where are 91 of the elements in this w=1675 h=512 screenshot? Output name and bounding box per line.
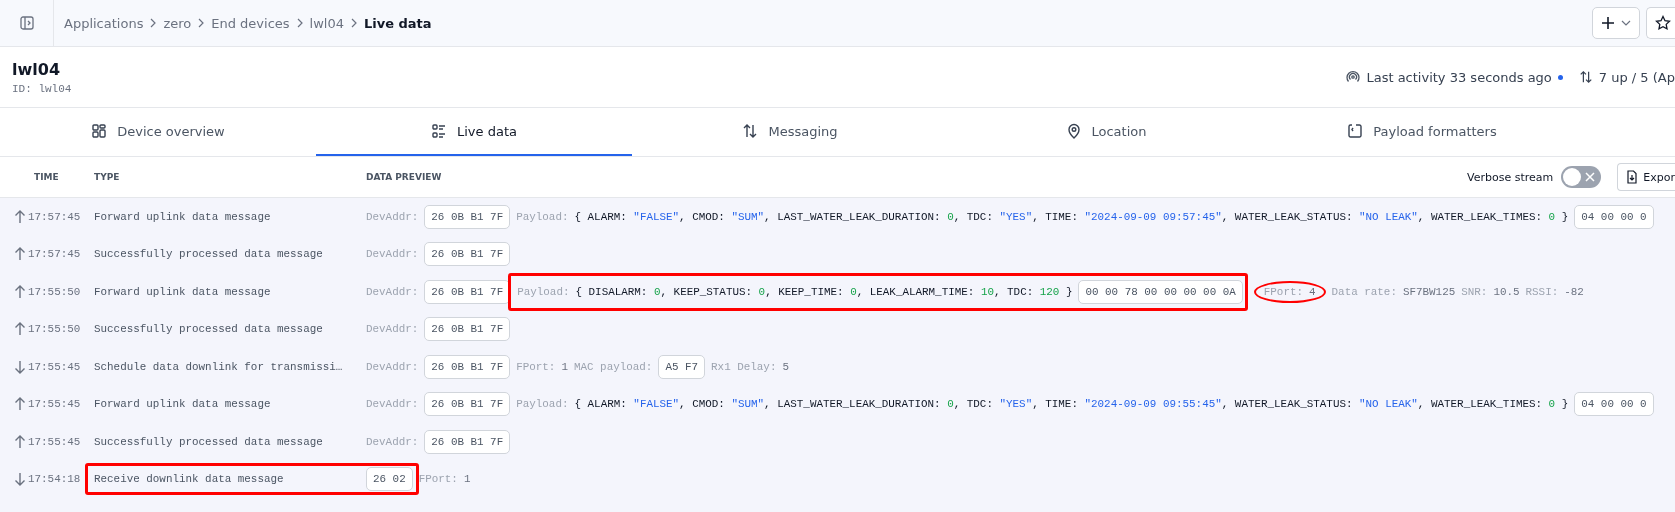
- type-cell-text: Successfully processed data message: [94, 323, 324, 336]
- type-cell-text: Successfully processed data message: [94, 248, 324, 261]
- star-icon: [1655, 15, 1671, 31]
- chevron-right-icon: [197, 18, 206, 28]
- devaddr-label: DevAddr:: [366, 360, 419, 373]
- chevron-right-icon: [149, 18, 158, 28]
- list-icon: [431, 123, 447, 139]
- arrow-up-icon: [14, 434, 26, 449]
- chevron-right-icon: [350, 18, 358, 28]
- devaddr-chip[interactable]: 26 0B B1 7F: [424, 242, 511, 267]
- traffic-count: 7 up / 5 (Ap: [1598, 69, 1675, 85]
- time-cell: 17:55:50: [28, 286, 81, 298]
- breadcrumb-link[interactable]: Applications: [64, 15, 144, 31]
- time-cell: 17:55:45: [28, 398, 81, 411]
- time-cell: 17:55:50: [28, 323, 81, 336]
- devaddr-label: DevAddr:: [366, 435, 419, 448]
- meta-field: FPort: 1: [516, 360, 568, 373]
- column-header: DATA PREVIEW: [366, 172, 442, 182]
- meta-field: Rx1 Delay: 5: [711, 360, 789, 373]
- arrow-up-icon: [14, 397, 26, 412]
- caret-icon: [1621, 20, 1631, 26]
- meta-field: RSSI: -82: [1525, 286, 1584, 298]
- bracket-frame-icon: [1347, 123, 1364, 139]
- hex-payload-chip[interactable]: 04 00 00 0: [1574, 392, 1654, 417]
- payload-label: Payload:: [516, 398, 569, 411]
- verbose-stream-switch[interactable]: [1561, 166, 1602, 188]
- export-button[interactable]: Expor: [1617, 163, 1675, 191]
- column-header: TIME: [33, 172, 60, 182]
- hex-payload-chip[interactable]: 04 00 00 0: [1574, 204, 1654, 229]
- time-cell: 17:55:45: [28, 435, 81, 448]
- type-cell-text: Forward uplink data message: [94, 398, 272, 411]
- type-cell-text: Schedule data downlink for transmissi…: [94, 360, 344, 373]
- verbose-stream-label: Verbose stream: [1467, 170, 1554, 184]
- hex-payload-chip[interactable]: 00 00 78 00 00 00 00 0A: [1078, 280, 1243, 304]
- devaddr-chip[interactable]: 26 0B B1 7F: [424, 354, 511, 379]
- meta-field: Data rate: SF7BW125: [1331, 286, 1456, 298]
- arrow-up-icon: [14, 322, 26, 337]
- bytes-chip[interactable]: 26 02: [366, 467, 413, 492]
- devaddr-label: DevAddr:: [366, 286, 419, 298]
- x-icon: [1585, 172, 1596, 182]
- breadcrumb-link[interactable]: End devices: [211, 15, 290, 31]
- breadcrumb-link[interactable]: zero: [163, 15, 192, 31]
- devaddr-chip[interactable]: 26 0B B1 7F: [424, 392, 511, 417]
- type-cell-text: Receive downlink data message: [94, 473, 285, 486]
- breadcrumb-link[interactable]: lwl04: [309, 15, 344, 31]
- arrow-down-icon: [14, 359, 26, 374]
- star-button[interactable]: [1646, 7, 1675, 39]
- sidebar-toggle-icon[interactable]: [18, 15, 35, 31]
- payload-text: { DISALARM: 0, KEEP_STATUS: 0, KEEP_TIME: 0, LEAK_ALARM_TIME: 10, TDC: 120 }: [575, 286, 1073, 298]
- add-dropdown-button[interactable]: [1592, 7, 1640, 39]
- devaddr-label: DevAddr:: [366, 323, 419, 336]
- time-cell: 17:57:45: [28, 248, 81, 261]
- arrow-down-icon: [14, 472, 26, 487]
- time-cell: 17:55:45: [28, 360, 81, 373]
- type-cell-text: Forward uplink data message: [94, 286, 272, 298]
- devaddr-chip[interactable]: 26 0B B1 7F: [424, 280, 511, 304]
- arrow-up-icon: [14, 285, 26, 299]
- meta-field: FPort: 1: [418, 473, 471, 486]
- meta-field: MAC payload: A5 F7: [573, 354, 706, 379]
- breadcrumb-current: Live data: [364, 15, 432, 31]
- payload-text: { ALARM: "FALSE", CMOD: "SUM", LAST_WATER_LEAK_DURATION: 0, TDC: "YES", TIME: "2024-09-09 09:55:45", WATER_LEAK_STATUS: "NO LEAK", WATER_LEAK_TIMES: 0 }: [574, 398, 1569, 411]
- type-cell-text: Successfully processed data message: [94, 435, 324, 448]
- time-cell: 17:57:45: [28, 210, 81, 223]
- payload-label: Payload:: [517, 286, 570, 298]
- payload-label: Payload:: [516, 210, 569, 223]
- devaddr-chip[interactable]: 26 0B B1 7F: [424, 429, 511, 454]
- devaddr-chip[interactable]: 26 0B B1 7F: [424, 317, 511, 342]
- chevron-right-icon: [295, 18, 304, 28]
- up-down-arrows-icon: [742, 123, 759, 139]
- location-pin-icon: [1065, 123, 1082, 139]
- signal-icon: [1346, 70, 1361, 84]
- arrow-up-icon: [14, 209, 26, 224]
- column-header: TYPE: [94, 172, 121, 182]
- devaddr-chip[interactable]: 26 0B B1 7F: [424, 204, 511, 229]
- time-cell: 17:54:18: [28, 473, 81, 486]
- meta-field: SNR: 10.5: [1461, 286, 1520, 298]
- devaddr-label: DevAddr:: [366, 248, 419, 261]
- device-id: ID: lwl04: [12, 82, 72, 95]
- plus-icon: [1601, 16, 1615, 30]
- device-title: lwl04: [12, 59, 61, 79]
- payload-text: { ALARM: "FALSE", CMOD: "SUM", LAST_WATER_LEAK_DURATION: 0, TDC: "YES", TIME: "2024-09-09 09:57:45", WATER_LEAK_STATUS: "NO LEAK", WATER_LEAK_TIMES: 0 }: [574, 210, 1569, 223]
- grid-icon: [91, 123, 108, 139]
- up-down-arrows-icon: [1578, 70, 1593, 84]
- arrow-up-icon: [14, 247, 26, 262]
- last-activity-text: Last activity 33 seconds ago: [1366, 69, 1552, 85]
- status-dot: [1557, 74, 1563, 80]
- file-download-icon: [1626, 170, 1639, 184]
- type-cell-text: Forward uplink data message: [94, 210, 272, 223]
- circled-field: FPort: 4: [1253, 281, 1326, 303]
- devaddr-label: DevAddr:: [366, 398, 419, 411]
- devaddr-label: DevAddr:: [366, 210, 419, 223]
